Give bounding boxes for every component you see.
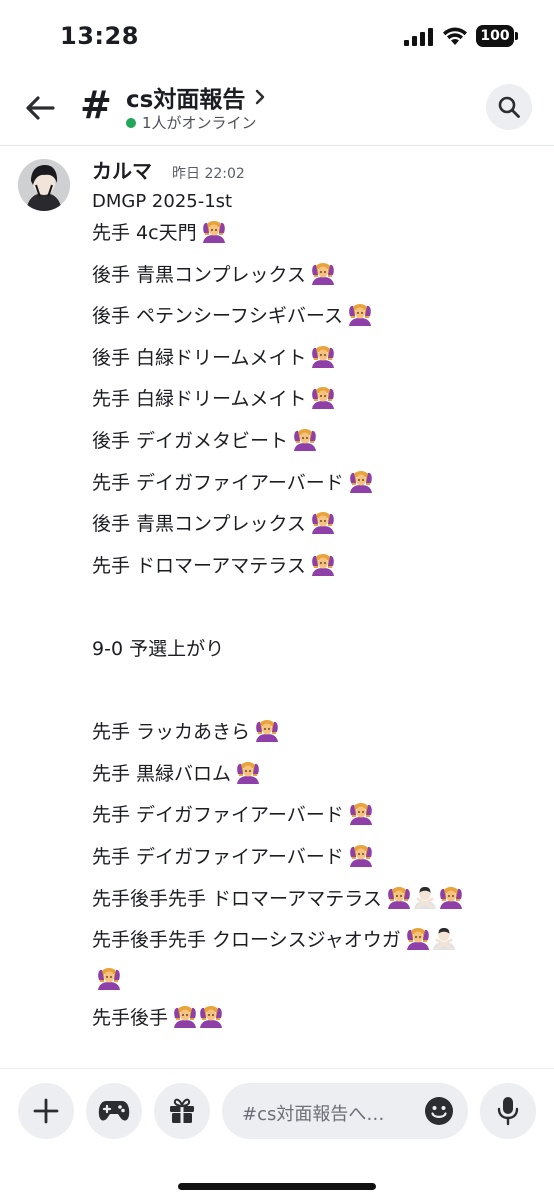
avatar[interactable] <box>18 159 70 211</box>
activities-button[interactable] <box>86 1083 142 1139</box>
message-list[interactable]: カルマ 昨日 22:02 DMGP 2025-1st 先手 4c天門後手 青黒コン… <box>0 147 554 1067</box>
ok-gesture-emoji-icon <box>310 510 336 536</box>
gift-icon <box>170 1098 194 1123</box>
message-body: DMGP 2025-1st 先手 4c天門 後手 青黒コンプレックス 後手 ペテンシー… <box>92 191 542 1067</box>
ok-gesture-emoji-icon <box>347 302 373 328</box>
ok-gesture-emoji-icon <box>348 469 374 495</box>
voice-message-button[interactable] <box>480 1083 536 1139</box>
message-line-text: 先手後手 <box>92 1006 169 1029</box>
ok-gesture-emoji-icon <box>348 801 374 827</box>
message-line: 後手 青黒コンプレックス <box>92 255 542 297</box>
ok-gesture-emoji-icon <box>310 385 336 411</box>
message-timestamp: 昨日 22:02 <box>172 166 245 182</box>
microphone-icon <box>497 1097 519 1126</box>
message-line: 先手後手先手 ドロマーアマテラス <box>92 879 542 921</box>
message-line-text: 先手 デイガファイアーバード <box>92 804 344 827</box>
message-line: 先手 白緑ドリームメイト <box>92 379 542 421</box>
message-line: DMGP 2025-1st <box>92 191 542 213</box>
ok-gesture-emoji-icon <box>172 1004 198 1030</box>
message-line <box>92 671 542 713</box>
message-line: 先手 ドロマーアマテラス <box>92 546 542 588</box>
message-line-text: 9-0 予選上がり <box>92 637 225 660</box>
message-input[interactable]: #cs対面報告へ… <box>222 1083 468 1139</box>
ok-gesture-emoji-icon <box>96 966 122 992</box>
search-button[interactable] <box>486 84 532 130</box>
message-line-text: 先手 白緑ドリームメイト <box>92 388 307 411</box>
message-line-text: 後手 デイガメタビート <box>92 429 289 452</box>
channel-title-button[interactable]: cs対面報告 <box>126 80 267 114</box>
message-author[interactable]: カルマ <box>92 155 152 184</box>
arrow-left-icon <box>26 96 55 120</box>
message-line: 先手後手先手 クローシスジャオウガ <box>92 920 542 962</box>
message-line <box>92 587 542 629</box>
message-line: 後手 ペテンシーフシギバース <box>92 296 542 338</box>
online-dot-icon <box>126 117 136 128</box>
message-line-text: 後手 青黒コンプレックス <box>92 263 306 286</box>
ok-gesture-emoji-icon <box>292 427 318 453</box>
message-line: 後手 白緑ドリームメイト <box>92 338 542 380</box>
message-line-text: 後手 青黒コンプレックス <box>92 513 306 536</box>
status-time: 13:28 <box>60 22 139 50</box>
message-line: 先手 ラッカあきら <box>92 712 542 754</box>
ok-gesture-emoji-icon <box>310 552 336 578</box>
message-line-text: 先手 デイガファイアーバード <box>92 471 344 494</box>
ok-gesture-emoji-icon <box>405 926 431 952</box>
message-line-text: 後手 ペテンシーフシギバース <box>92 305 343 328</box>
smiley-icon[interactable] <box>424 1096 454 1126</box>
status-bar: 13:28 100 <box>0 0 554 72</box>
message-line: 先手 4c天門 <box>92 213 542 255</box>
message-line-text: 先手 ラッカあきら <box>92 721 251 744</box>
message-line: 9-0 予選上がり <box>92 629 542 671</box>
back-button[interactable] <box>20 88 60 128</box>
user-avatar-image <box>18 159 70 211</box>
message-line-text: 先手 黒緑バロム <box>92 762 232 785</box>
ok-gesture-emoji-icon <box>235 760 261 786</box>
battery-level: 100 <box>476 25 514 47</box>
no-gesture-emoji-icon <box>431 926 457 952</box>
message-composer: #cs対面報告へ… <box>0 1068 554 1200</box>
battery-icon: 100 <box>476 25 518 47</box>
message-line: 後手 デイガメタビート <box>92 421 542 463</box>
home-indicator <box>178 1183 376 1190</box>
channel-hash-icon: # <box>80 83 112 127</box>
message-line-text: 先手後手先手 クローシスジャオウガ <box>92 929 401 952</box>
channel-header: # cs対面報告 1人がオンライン <box>0 72 554 146</box>
search-icon <box>498 96 520 118</box>
wifi-icon <box>443 27 467 45</box>
ok-gesture-emoji-icon <box>310 344 336 370</box>
ok-gesture-emoji-icon <box>254 718 280 744</box>
ok-gesture-emoji-icon <box>198 1004 224 1030</box>
online-status: 1人がオンライン <box>126 112 257 133</box>
chevron-right-icon <box>256 89 265 105</box>
message-line <box>92 962 542 998</box>
message-line-text: DMGP 2025-1st <box>92 191 233 212</box>
ok-gesture-emoji-icon <box>348 843 374 869</box>
message-line: 後手 青黒コンプレックス <box>92 504 542 546</box>
channel-name: cs対面報告 <box>126 87 246 113</box>
message-line-text: 先手後手先手 ドロマーアマテラス <box>92 887 382 910</box>
ok-gesture-emoji-icon <box>438 885 464 911</box>
no-gesture-emoji-icon <box>412 885 438 911</box>
gamepad-icon <box>98 1101 130 1121</box>
message-line: 先手 デイガファイアーバード <box>92 837 542 879</box>
add-attachment-button[interactable] <box>18 1083 74 1139</box>
gift-button[interactable] <box>154 1083 210 1139</box>
message-line: 先手 デイガファイアーバード <box>92 463 542 505</box>
message-input-placeholder: #cs対面報告へ… <box>242 1104 385 1125</box>
message-line: 先手後手 <box>92 998 542 1040</box>
message-line-text: 後手 白緑ドリームメイト <box>92 346 307 369</box>
message-line-text: 先手 4c天門 <box>92 222 197 244</box>
ok-gesture-emoji-icon <box>310 261 336 287</box>
message-line <box>92 1039 542 1067</box>
ok-gesture-emoji-icon <box>386 885 412 911</box>
online-count-text: 1人がオンライン <box>142 114 257 132</box>
ok-gesture-emoji-icon <box>201 219 227 245</box>
message-line: 先手 デイガファイアーバード <box>92 795 542 837</box>
message-line-text: 先手 デイガファイアーバード <box>92 845 344 868</box>
message-line-text: 先手 ドロマーアマテラス <box>92 554 306 577</box>
cellular-signal-icon <box>404 28 433 46</box>
plus-icon <box>33 1098 59 1124</box>
message-line: 先手 黒緑バロム <box>92 754 542 796</box>
